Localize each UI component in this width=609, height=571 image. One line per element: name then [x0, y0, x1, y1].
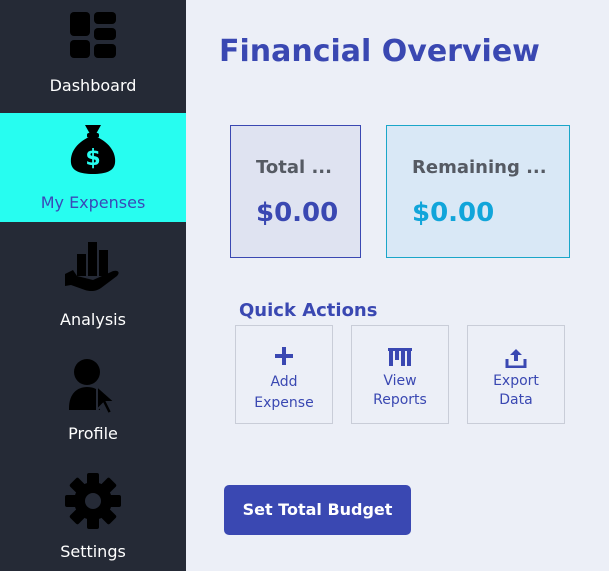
svg-text:$: $: [85, 146, 100, 171]
export-data-label-line1: Export: [493, 373, 539, 389]
sidebar-item-label: Profile: [68, 424, 118, 443]
money-bag-icon: $: [68, 123, 118, 179]
set-total-budget-button[interactable]: Set Total Budget: [224, 485, 411, 535]
total-budget-value: $0.00: [256, 198, 339, 228]
remaining-budget-value: $0.00: [412, 198, 495, 228]
remaining-budget-card: Remaining ... $0.00: [386, 125, 570, 258]
add-expense-label-line2: Expense: [254, 395, 314, 411]
remaining-budget-label: Remaining ...: [412, 157, 547, 178]
view-reports-label-line2: Reports: [373, 392, 427, 408]
view-reports-button[interactable]: View Reports: [351, 325, 449, 424]
sidebar-item-label: Dashboard: [49, 76, 137, 95]
export-data-button[interactable]: Export Data: [467, 325, 565, 424]
total-budget-card: Total ... $0.00: [230, 125, 361, 258]
sidebar-item-profile[interactable]: Profile: [0, 346, 186, 456]
sidebar-item-label: Analysis: [60, 310, 126, 329]
sidebar-item-label: Settings: [60, 542, 126, 561]
export-data-label-line2: Data: [499, 392, 533, 408]
sidebar-item-my-expenses[interactable]: $ My Expenses: [0, 113, 186, 222]
page-title: Financial Overview: [219, 34, 540, 69]
sidebar-item-label: My Expenses: [40, 193, 146, 212]
total-budget-label: Total ...: [256, 157, 332, 178]
upload-icon: [505, 348, 527, 372]
quick-actions-title: Quick Actions: [239, 300, 378, 321]
reports-icon: [388, 348, 412, 370]
user-pointer-icon: [67, 358, 119, 418]
sidebar-item-settings[interactable]: Settings: [0, 462, 186, 571]
plus-icon: [274, 346, 294, 370]
add-expense-button[interactable]: Add Expense: [235, 325, 333, 424]
view-reports-label-line1: View: [383, 373, 417, 389]
sidebar: Dashboard $ My Expenses Analysis Profile…: [0, 0, 186, 571]
gear-icon: [64, 472, 122, 534]
hand-chart-icon: [63, 240, 123, 298]
sidebar-item-dashboard[interactable]: Dashboard: [0, 0, 186, 110]
add-expense-label-line1: Add: [270, 374, 298, 390]
dashboard-grid-icon: [70, 12, 116, 62]
sidebar-item-analysis[interactable]: Analysis: [0, 230, 186, 340]
